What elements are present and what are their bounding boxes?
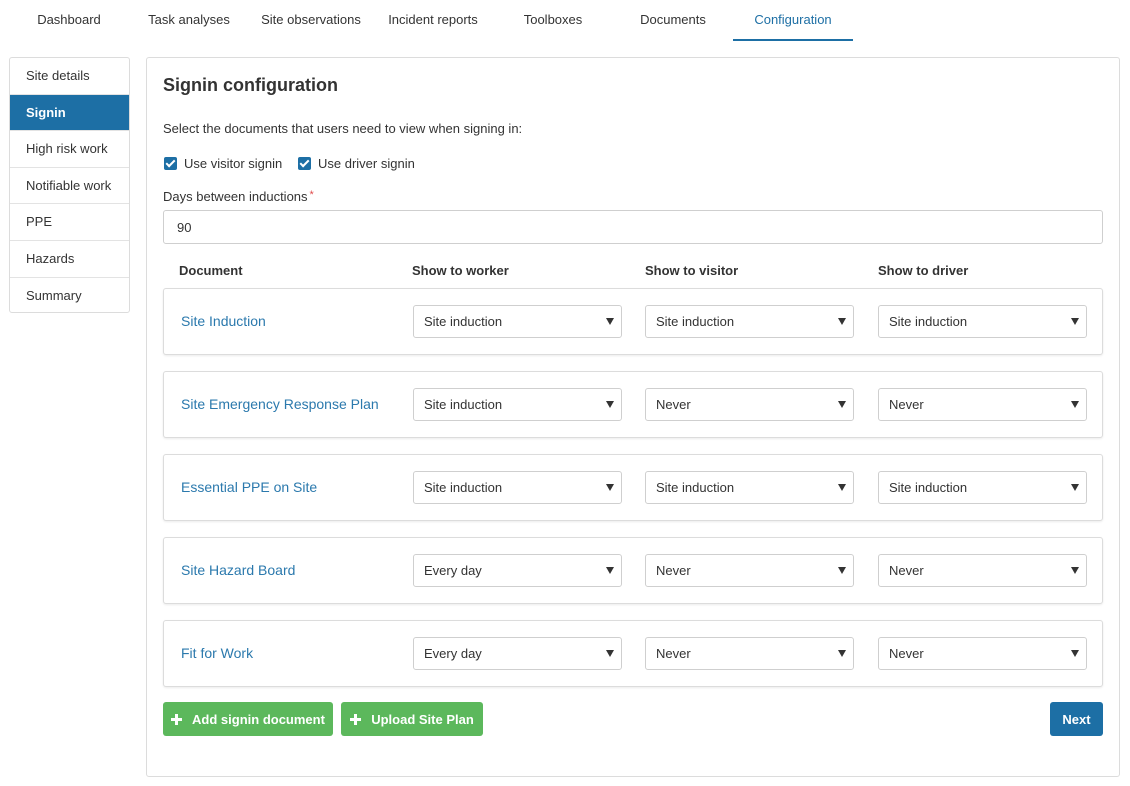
document-link[interactable]: Site Induction [181, 313, 266, 329]
caret-down-icon [838, 318, 846, 325]
driver-select-value: Site induction [889, 480, 968, 495]
driver-select[interactable]: Never [878, 637, 1087, 670]
document-link[interactable]: Essential PPE on Site [181, 479, 317, 495]
sidebar-item-summary[interactable]: Summary [10, 278, 129, 312]
visitor-select[interactable]: Site induction [645, 471, 854, 504]
visitor-select-value: Never [656, 397, 691, 412]
upload-site-plan-button[interactable]: Upload Site Plan [341, 702, 483, 736]
document-link[interactable]: Site Hazard Board [181, 562, 295, 578]
caret-down-icon [1071, 484, 1079, 491]
document-link[interactable]: Site Emergency Response Plan [181, 396, 379, 412]
upload-site-plan-label: Upload Site Plan [371, 711, 474, 727]
visitor-select[interactable]: Site induction [645, 305, 854, 338]
column-header-worker: Show to worker [412, 263, 509, 278]
column-header-document: Document [179, 263, 243, 278]
caret-down-icon [606, 401, 614, 408]
days-label-text: Days between inductions [163, 189, 308, 204]
add-signin-document-label: Add signin document [192, 711, 325, 727]
visitor-select-value: Site induction [656, 314, 735, 329]
visitor-select[interactable]: Never [645, 554, 854, 587]
document-row: Site Hazard Board Every day Never Never [163, 537, 1103, 604]
visitor-select[interactable]: Never [645, 637, 854, 670]
worker-select[interactable]: Every day [413, 554, 622, 587]
tab-dashboard[interactable]: Dashboard [24, 0, 114, 41]
checkbox-checked-icon [298, 156, 311, 170]
worker-select-value: Site induction [424, 397, 503, 412]
sidebar-item-hazards[interactable]: Hazards [10, 241, 129, 278]
caret-down-icon [1071, 401, 1079, 408]
sidebar-item-notifiable-work[interactable]: Notifiable work [10, 168, 129, 205]
intro-text: Select the documents that users need to … [163, 121, 523, 136]
driver-select[interactable]: Never [878, 388, 1087, 421]
visitor-select[interactable]: Never [645, 388, 854, 421]
add-signin-document-button[interactable]: Add signin document [163, 702, 333, 736]
worker-select[interactable]: Every day [413, 637, 622, 670]
worker-select[interactable]: Site induction [413, 471, 622, 504]
visitor-signin-label: Use visitor signin [184, 155, 283, 171]
required-marker: * [309, 189, 314, 201]
visitor-select-value: Never [656, 563, 691, 578]
caret-down-icon [606, 650, 614, 657]
column-header-visitor: Show to visitor [645, 263, 739, 278]
visitor-signin-checkbox[interactable]: Use visitor signin [164, 155, 282, 171]
driver-signin-checkbox[interactable]: Use driver signin [298, 155, 415, 171]
caret-down-icon [838, 567, 846, 574]
sidebar: Site details Signin High risk work Notif… [9, 57, 130, 313]
driver-select-value: Never [889, 563, 924, 578]
tab-toolboxes[interactable]: Toolboxes [503, 0, 603, 41]
driver-select-value: Never [889, 397, 924, 412]
driver-signin-label: Use driver signin [318, 155, 415, 171]
worker-select-value: Site induction [424, 314, 503, 329]
document-link[interactable]: Fit for Work [181, 645, 253, 661]
sidebar-item-site-details[interactable]: Site details [10, 58, 129, 95]
tab-configuration[interactable]: Configuration [733, 0, 853, 41]
document-row: Essential PPE on Site Site induction Sit… [163, 454, 1103, 521]
driver-select-value: Site induction [889, 314, 968, 329]
document-row: Fit for Work Every day Never Never [163, 620, 1103, 687]
driver-select[interactable]: Never [878, 554, 1087, 587]
document-row: Site Emergency Response Plan Site induct… [163, 371, 1103, 438]
tab-documents[interactable]: Documents [623, 0, 723, 41]
worker-select[interactable]: Site induction [413, 388, 622, 421]
visitor-select-value: Site induction [656, 480, 735, 495]
page-title: Signin configuration [163, 75, 338, 95]
caret-down-icon [838, 401, 846, 408]
caret-down-icon [1071, 567, 1079, 574]
driver-select-value: Never [889, 646, 924, 661]
plus-icon [350, 713, 362, 725]
caret-down-icon [606, 318, 614, 325]
caret-down-icon [606, 567, 614, 574]
next-button[interactable]: Next [1050, 702, 1103, 736]
caret-down-icon [838, 484, 846, 491]
driver-select[interactable]: Site induction [878, 471, 1087, 504]
top-nav: Dashboard Task analyses Site observation… [0, 0, 1130, 42]
worker-select[interactable]: Site induction [413, 305, 622, 338]
document-row: Site Induction Site induction Site induc… [163, 288, 1103, 355]
days-between-inductions-input[interactable] [163, 210, 1103, 244]
worker-select-value: Site induction [424, 480, 503, 495]
worker-select-value: Every day [424, 646, 482, 661]
driver-select[interactable]: Site induction [878, 305, 1087, 338]
tab-site-observations[interactable]: Site observations [253, 0, 369, 41]
caret-down-icon [838, 650, 846, 657]
plus-icon [171, 713, 183, 725]
signin-config-panel: Signin configuration Select the document… [146, 57, 1120, 777]
column-header-driver: Show to driver [878, 263, 969, 278]
sidebar-item-signin[interactable]: Signin [10, 94, 129, 132]
caret-down-icon [1071, 318, 1079, 325]
days-between-inductions-label: Days between inductions * [163, 189, 314, 204]
tab-incident-reports[interactable]: Incident reports [379, 0, 487, 41]
tab-task-analyses[interactable]: Task analyses [135, 0, 243, 41]
sidebar-item-high-risk-work[interactable]: High risk work [10, 131, 129, 168]
sidebar-item-ppe[interactable]: PPE [10, 204, 129, 241]
worker-select-value: Every day [424, 563, 482, 578]
caret-down-icon [606, 484, 614, 491]
visitor-select-value: Never [656, 646, 691, 661]
checkbox-checked-icon [164, 156, 177, 170]
caret-down-icon [1071, 650, 1079, 657]
